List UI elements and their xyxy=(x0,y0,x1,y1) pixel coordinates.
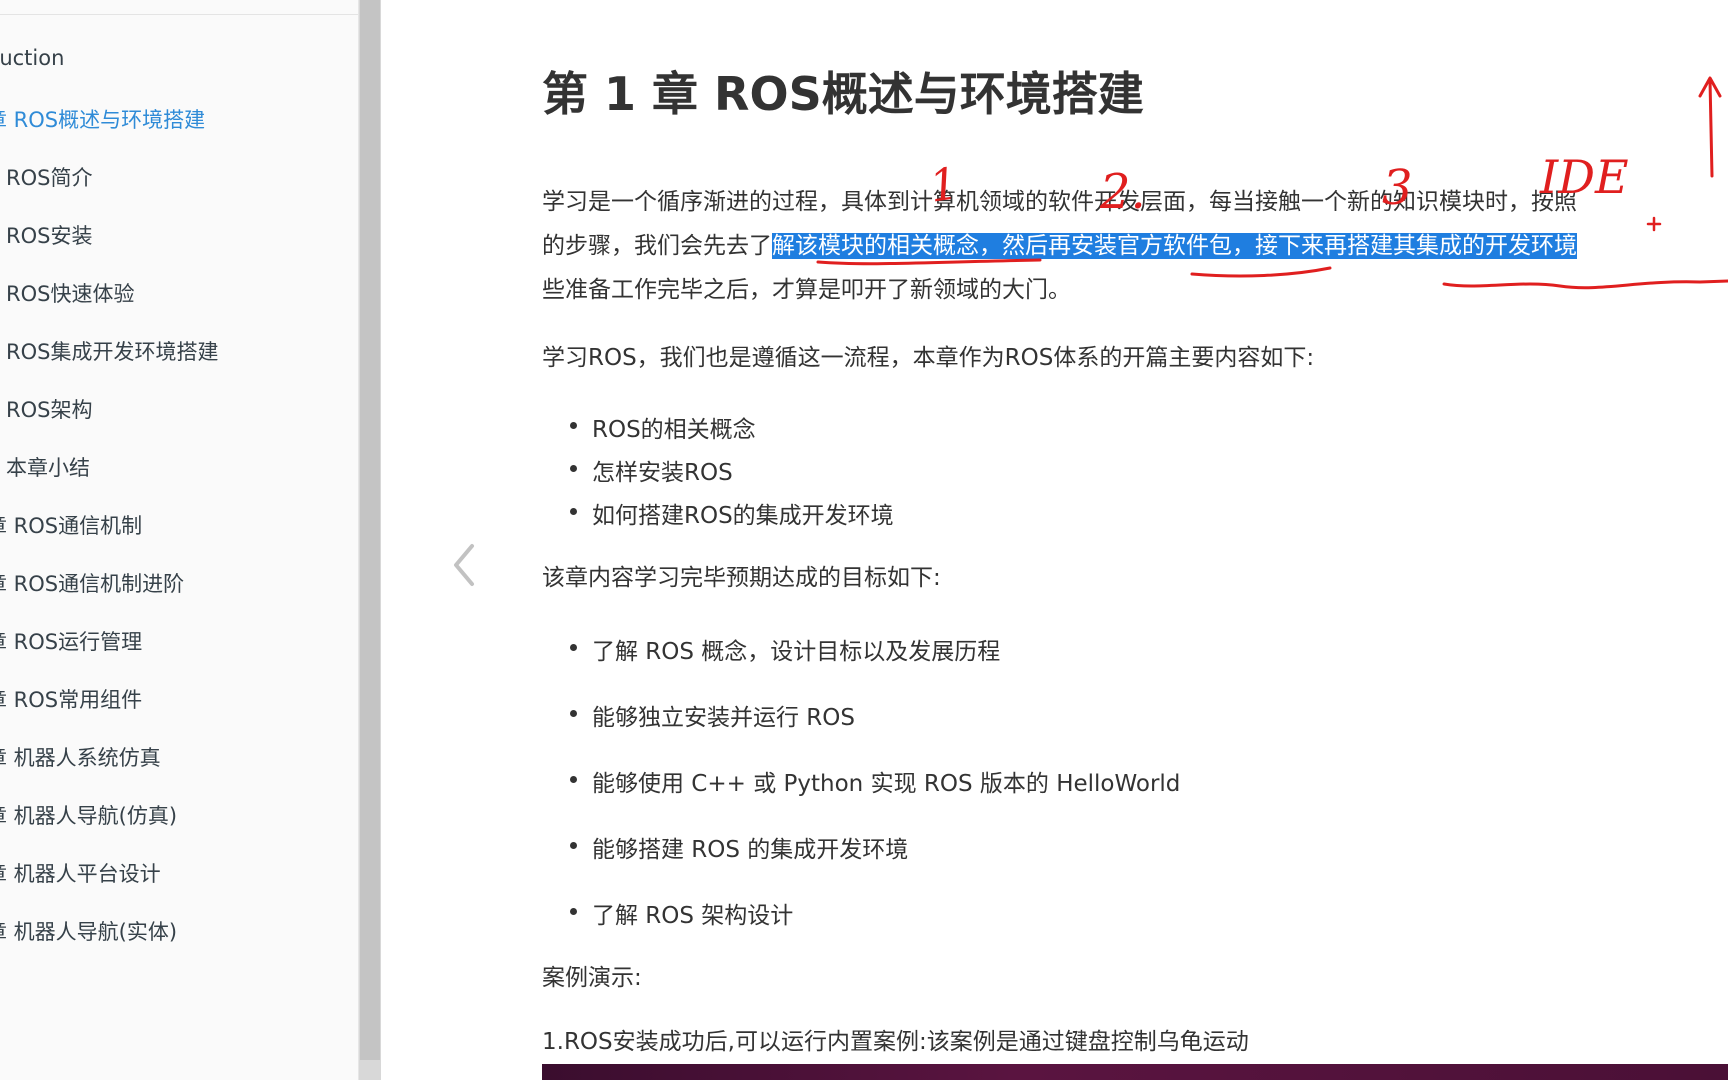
sidebar-scrollbar[interactable] xyxy=(359,0,381,1080)
sidebar-item-1-3[interactable]: 3 ROS快速体验 xyxy=(0,278,135,308)
embedded-media xyxy=(542,1064,1728,1080)
list-item: 能够使用 C++ 或 Python 实现 ROS 版本的 HelloWorld xyxy=(569,764,1180,798)
annotation-mark-2: 2. xyxy=(1100,164,1146,220)
main-content: 第 1 章 ROS概述与环境搭建 学习是一个循序渐进的过程，具体到计算机领域的软… xyxy=(382,0,1728,1080)
list-item: 了解 ROS 概念，设计目标以及发展历程 xyxy=(569,632,1000,666)
intro-line-2-plain: 的步骤，我们会先去了 xyxy=(542,233,772,259)
sidebar-item-1-2[interactable]: 2 ROS安装 xyxy=(0,220,93,250)
sidebar-item-introduction[interactable]: duction xyxy=(0,46,64,70)
sidebar-item-chapter-5[interactable]: 章 ROS常用组件 xyxy=(0,684,142,714)
sidebar: duction 章 ROS概述与环境搭建 1 ROS简介 2 ROS安装 3 R… xyxy=(0,0,359,1080)
intro-line-1: 学习是一个循序渐进的过程，具体到计算机领域的软件开发层面，每当接触一个新的知识模… xyxy=(542,189,1577,215)
annotation-mark-ide: IDE xyxy=(1540,150,1629,204)
sidebar-item-chapter-6[interactable]: 章 机器人系统仿真 xyxy=(0,742,161,772)
sidebar-item-1-6[interactable]: 6 本章小结 xyxy=(0,452,90,482)
list-item: 能够搭建 ROS 的集成开发环境 xyxy=(569,830,908,864)
sidebar-item-chapter-4[interactable]: 章 ROS运行管理 xyxy=(0,626,142,656)
sidebar-item-1-4[interactable]: 4 ROS集成开发环境搭建 xyxy=(0,336,219,366)
list-item: 怎样安装ROS xyxy=(570,453,733,487)
paragraph-demo-heading: 案例演示: xyxy=(542,965,642,991)
prev-page-button[interactable] xyxy=(444,538,484,592)
list-item: ROS的相关概念 xyxy=(570,410,756,444)
chevron-left-icon xyxy=(454,544,474,586)
sidebar-item-chapter-2[interactable]: 章 ROS通信机制 xyxy=(0,510,142,540)
sidebar-item-chapter-7[interactable]: 章 机器人导航(仿真) xyxy=(0,800,177,830)
annotation-mark-3: 3 xyxy=(1382,160,1413,216)
list-item: 如何搭建ROS的集成开发环境 xyxy=(570,496,894,530)
sidebar-item-1-1[interactable]: 1 ROS简介 xyxy=(0,162,93,192)
list-item: 能够独立安装并运行 ROS xyxy=(570,698,855,732)
list-item: 了解 ROS 架构设计 xyxy=(569,896,793,930)
selected-text-highlight[interactable]: 解该模块的相关概念，然后再安装官方软件包，接下来再搭建其集成的开发环境 xyxy=(772,233,1577,259)
sidebar-item-chapter-1[interactable]: 章 ROS概述与环境搭建 xyxy=(0,104,205,134)
sidebar-item-chapter-8[interactable]: 章 机器人平台设计 xyxy=(0,858,161,888)
intro-line-3: 些准备工作完毕之后，才算是叩开了新领域的大门。 xyxy=(542,277,1071,303)
intro-line-2: 的步骤，我们会先去了解该模块的相关概念，然后再安装官方软件包，接下来再搭建其集成… xyxy=(542,224,1577,268)
sidebar-item-chapter-3[interactable]: 章 ROS通信机制进阶 xyxy=(0,568,184,598)
sidebar-scrollbar-thumb[interactable] xyxy=(360,0,380,1060)
paragraph-overview: 学习ROS，我们也是遵循这一流程，本章作为ROS体系的开篇主要内容如下: xyxy=(542,345,1315,371)
sidebar-item-chapter-9[interactable]: 章 机器人导航(实体) xyxy=(0,916,177,946)
page-title: 第 1 章 ROS概述与环境搭建 xyxy=(542,67,1144,121)
paragraph-demo-1: 1.ROS安装成功后,可以运行内置案例:该案例是通过键盘控制乌龟运动 xyxy=(542,1029,1249,1055)
paragraph-goals: 该章内容学习完毕预期达成的目标如下: xyxy=(542,565,941,591)
sidebar-divider xyxy=(0,14,358,15)
sidebar-item-1-5[interactable]: 5 ROS架构 xyxy=(0,394,93,424)
